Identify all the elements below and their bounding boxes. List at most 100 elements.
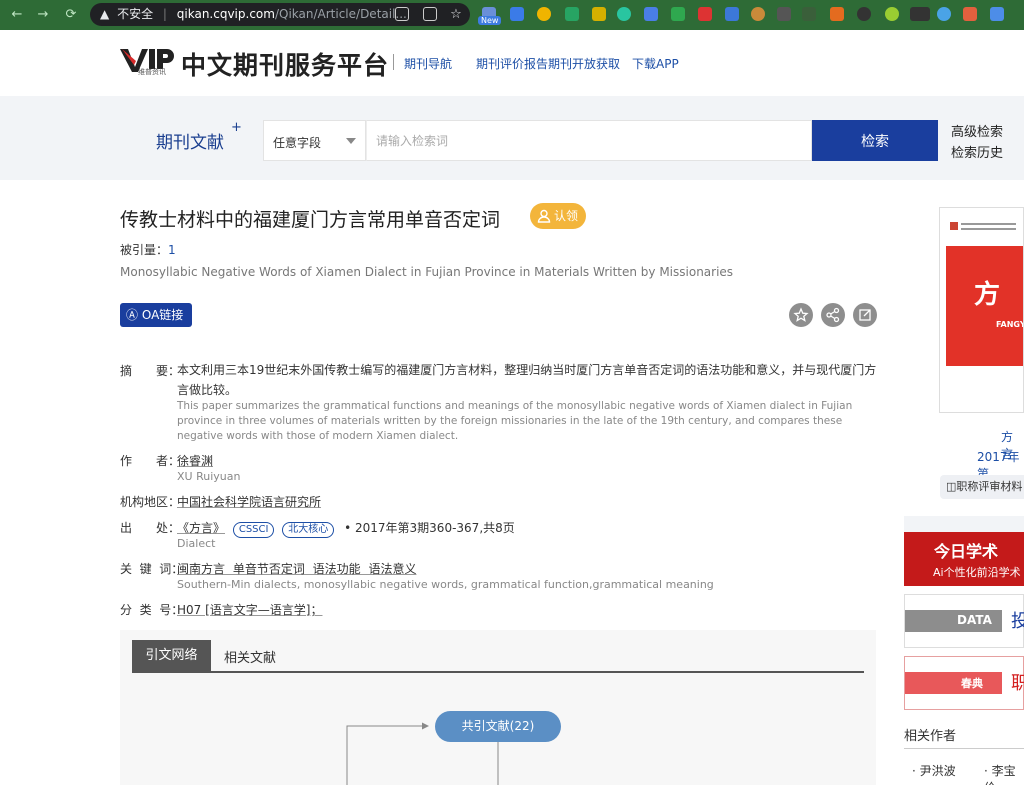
citation-network-lines xyxy=(346,722,499,785)
logo-subtitle: 维普资讯 xyxy=(138,68,166,76)
book-banner-bar xyxy=(905,672,1002,694)
nav-journal-evaluation[interactable]: 期刊评价报告 xyxy=(476,55,548,72)
cited-label: 被引量： xyxy=(120,243,169,257)
classification-code[interactable]: H07 [语言文字—语言学]； xyxy=(177,601,322,618)
related-author-name: 李宝伦 xyxy=(984,764,1016,785)
right-sidebar: 方 FANGY 方言 2017年 第 ◫职称评审材料 今日学术 Ai个性化前沿学… xyxy=(904,180,1024,785)
extension-icon[interactable] xyxy=(857,7,871,21)
star-icon xyxy=(793,307,809,322)
cover-header-text xyxy=(950,222,1016,230)
warning-icon: ▲ xyxy=(100,7,110,21)
keywords-label: 关 键 词： xyxy=(120,562,184,576)
author-name[interactable]: 徐睿渊 xyxy=(177,452,213,469)
extension-icon[interactable] xyxy=(565,7,579,21)
url-host: qikan.cqvip.com xyxy=(176,7,275,21)
site-title[interactable]: 中文期刊服务平台 xyxy=(181,46,389,82)
keywords-chinese[interactable]: 闽南方言 单音节否定词 语法功能 语法意义 xyxy=(177,560,416,577)
extension-icon[interactable] xyxy=(885,7,899,21)
nav-journal-guide[interactable]: 期刊导航 xyxy=(404,55,452,72)
search-tab-journal-articles[interactable]: 期刊文献 xyxy=(156,128,224,153)
pku-core-badge[interactable]: 北大核心 xyxy=(282,522,335,538)
user-icon xyxy=(537,209,551,223)
search-input[interactable] xyxy=(366,120,812,161)
book-banner-char: 职 xyxy=(1011,673,1024,694)
cited-count[interactable]: 1 xyxy=(168,243,176,257)
extension-icon[interactable] xyxy=(592,7,606,21)
extension-icon[interactable] xyxy=(510,7,524,21)
extension-icon[interactable] xyxy=(751,7,765,21)
address-bar[interactable]: ▲ 不安全 | qikan.cqvip.com/Qikan/Article/De… xyxy=(90,3,470,26)
reload-icon[interactable]: ⟳ xyxy=(62,6,80,24)
document-icon: ◫ xyxy=(946,480,957,493)
claim-button[interactable]: 认领 xyxy=(530,203,586,229)
extension-icon[interactable] xyxy=(937,7,951,21)
today-academic-subtitle: Ai个性化前沿学术 xyxy=(933,566,1021,579)
oa-link-button[interactable]: Ⓐ OA链接 xyxy=(120,303,192,327)
favorite-button[interactable] xyxy=(789,303,813,327)
source-english: Dialect xyxy=(177,537,216,550)
related-authors-title: 相关作者 xyxy=(904,729,957,744)
search-field-select[interactable]: 任意字段 xyxy=(263,120,366,161)
search-history-link[interactable]: 检索历史 xyxy=(951,142,1003,161)
title-evaluation-button[interactable]: ◫职称评审材料 xyxy=(940,475,1024,499)
share-button[interactable] xyxy=(821,303,845,327)
extension-icon[interactable] xyxy=(910,7,930,21)
new-badge: New xyxy=(478,16,502,25)
site-header: 维普资讯 中文期刊服务平台 期刊导航 期刊评价报告 期刊开放获取 下载APP xyxy=(0,30,1024,96)
nav-open-access[interactable]: 期刊开放获取 xyxy=(548,55,620,72)
extension-icon[interactable] xyxy=(671,7,685,21)
data-banner[interactable]: DATA 投 xyxy=(904,594,1024,648)
nav-download-app[interactable]: 下载APP xyxy=(632,55,679,72)
search-field-value: 任意字段 xyxy=(273,136,322,150)
sidebar-gap xyxy=(904,516,1024,532)
cover-title-char: 方 xyxy=(974,280,1001,310)
institution-name[interactable]: 中国社会科学院语言研究所 xyxy=(177,493,321,510)
forward-icon[interactable]: → xyxy=(34,6,52,24)
bookmark-star-icon[interactable]: ☆ xyxy=(447,6,465,24)
translate-icon[interactable] xyxy=(725,7,739,21)
author-name-english: XU Ruiyuan xyxy=(177,470,241,483)
classification-label: 分 类 号： xyxy=(120,603,184,617)
back-icon[interactable]: ← xyxy=(8,6,26,24)
url-path: /Qikan/Article/Detail... xyxy=(274,7,407,21)
oa-label: OA链接 xyxy=(141,308,184,322)
cssci-badge[interactable]: CSSCI xyxy=(232,522,275,538)
institution-label: 机构地区： xyxy=(120,495,181,509)
extension-icon[interactable] xyxy=(963,7,977,21)
article-title: 传教士材料中的福建厦门方言常用单音否定词 xyxy=(120,209,501,231)
extension-icon[interactable] xyxy=(802,7,816,21)
abstract-english: This paper summarizes the grammatical fu… xyxy=(177,400,853,442)
related-authors-divider xyxy=(904,748,1024,749)
extension-icon[interactable] xyxy=(537,7,551,21)
data-banner-text: DATA xyxy=(957,613,992,627)
journal-cover[interactable]: 方 FANGY xyxy=(939,207,1024,413)
today-academic-banner[interactable]: 今日学术 Ai个性化前沿学术 xyxy=(904,532,1024,586)
extension-icon[interactable] xyxy=(617,7,631,21)
extension-icon[interactable] xyxy=(830,7,844,21)
share-icon xyxy=(826,307,840,323)
open-external-button[interactable] xyxy=(853,303,877,327)
oa-icon: Ⓐ xyxy=(126,308,142,322)
browser-toolbar: ← → ⟳ ▲ 不安全 | qikan.cqvip.com/Qikan/Arti… xyxy=(0,0,1024,30)
source-journal[interactable]: 《方言》 xyxy=(177,521,225,535)
security-label: 不安全 xyxy=(117,7,154,21)
adblock-icon[interactable] xyxy=(698,7,712,21)
extension-icon[interactable] xyxy=(990,7,1004,21)
advanced-search-link[interactable]: 高级检索 xyxy=(951,121,1003,140)
keywords-english: Southern-Min dialects, monosyllabic nega… xyxy=(177,578,714,591)
data-banner-char: 投 xyxy=(1011,611,1024,632)
english-title: Monosyllabic Negative Words of Xiamen Di… xyxy=(120,265,734,279)
co-citation-node[interactable]: 共引文献(22) xyxy=(435,711,561,742)
external-link-icon xyxy=(859,309,871,321)
book-banner[interactable]: 春典 职 xyxy=(904,656,1024,710)
claim-label: 认领 xyxy=(554,209,579,223)
related-author[interactable]: · 尹洪波 xyxy=(912,762,956,779)
book-banner-text: 春典 xyxy=(961,677,983,690)
extension-icon[interactable] xyxy=(644,7,658,21)
cover-brand: FANGY xyxy=(996,320,1024,329)
qr-icon[interactable] xyxy=(423,7,437,21)
related-author[interactable]: · 李宝伦 xyxy=(984,762,1024,785)
page-icon[interactable] xyxy=(395,7,409,21)
extension-icon[interactable] xyxy=(777,7,791,21)
search-button[interactable]: 检索 xyxy=(812,120,938,161)
